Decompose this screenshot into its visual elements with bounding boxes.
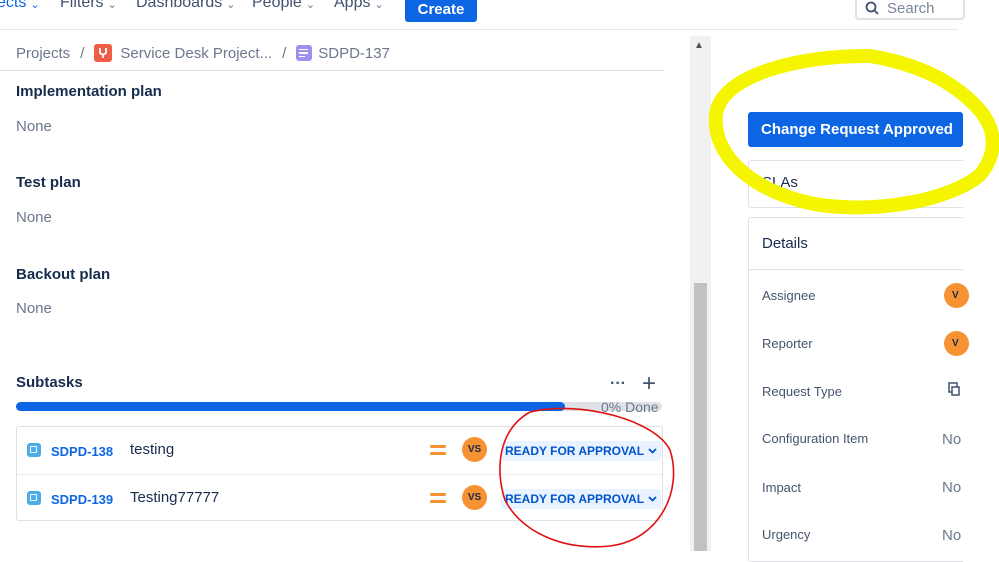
status-dropdown[interactable]: READY FOR APPROVAL [501, 441, 662, 461]
test-plan-value[interactable]: None [16, 209, 52, 226]
backout-plan-title: Backout plan [16, 266, 111, 283]
details-header[interactable]: Details [762, 235, 808, 252]
nav-apps-label: Apps [334, 0, 371, 11]
nav-people-label: People [252, 0, 302, 11]
nav-projects-label: ects [0, 0, 27, 11]
subtask-key[interactable]: SDPD-138 [51, 444, 113, 459]
breadcrumb-separator: / [282, 44, 287, 62]
subtask-row[interactable]: SDPD-138 testing VS READY FOR APPROVAL [17, 427, 662, 473]
breadcrumb: Projects / Service Desk Project... / SDP… [16, 42, 390, 64]
chevron-down-icon: ⌄ [107, 0, 117, 11]
configuration-item-label: Configuration Item [762, 431, 869, 446]
scrollbar[interactable]: ▲ [690, 36, 711, 551]
nav-dashboards[interactable]: Dashboards ⌄ [136, 0, 236, 12]
sla-label: SLAs [762, 174, 798, 191]
subtask-type-icon [27, 491, 41, 505]
request-type-label: Request Type [762, 384, 842, 399]
chevron-down-icon: ⌄ [30, 0, 40, 11]
assignee-avatar[interactable]: VS [462, 485, 487, 510]
subtask-row[interactable]: SDPD-139 Testing77777 VS READY FOR APPRO… [17, 474, 662, 520]
nav-dashboards-label: Dashboards [136, 0, 223, 11]
status-dropdown[interactable]: READY FOR APPROVAL [501, 489, 662, 509]
urgency-label: Urgency [762, 527, 811, 542]
subtask-type-icon [27, 443, 41, 457]
top-navigation: ects ⌄ Filters ⌄ Dashboards ⌄ People ⌄ A… [0, 0, 965, 30]
assignee-avatar[interactable]: VS [462, 437, 487, 462]
details-divider [749, 269, 963, 270]
breadcrumb-project[interactable]: Service Desk Project... [120, 45, 272, 62]
breadcrumb-projects[interactable]: Projects [16, 45, 70, 62]
status-label: READY FOR APPROVAL [505, 444, 645, 458]
impact-value[interactable]: No [942, 479, 961, 496]
backout-plan-value[interactable]: None [16, 300, 52, 317]
nav-people[interactable]: People ⌄ [252, 0, 315, 12]
reporter-label: Reporter [762, 336, 813, 351]
implementation-plan-value[interactable]: None [16, 118, 52, 135]
breadcrumb-divider [0, 70, 664, 71]
nav-filters[interactable]: Filters ⌄ [60, 0, 117, 12]
search-icon [865, 1, 879, 15]
status-transition-button[interactable]: Change Request Approved [748, 112, 963, 147]
create-button[interactable]: Create [405, 0, 477, 22]
assignee-avatar[interactable]: V [944, 283, 969, 308]
chevron-down-icon [648, 448, 657, 454]
add-subtask-icon[interactable]: + [642, 370, 656, 398]
urgency-value[interactable]: No [942, 527, 961, 544]
impact-label: Impact [762, 480, 802, 495]
project-avatar-icon [94, 44, 113, 62]
breadcrumb-issue-key[interactable]: SDPD-137 [318, 45, 390, 62]
subtask-list: SDPD-138 testing VS READY FOR APPROVAL S… [16, 426, 663, 521]
chevron-down-icon: ⌄ [374, 0, 384, 11]
subtasks-progress-label: 0% Done [601, 399, 659, 415]
test-plan-title: Test plan [16, 174, 81, 191]
subtask-summary[interactable]: Testing77777 [130, 489, 219, 506]
chevron-down-icon: ⌄ [226, 0, 236, 11]
chevron-down-icon [648, 496, 657, 502]
search-input[interactable]: Search [855, 0, 965, 20]
nav-projects[interactable]: ects ⌄ [0, 0, 40, 12]
status-label: READY FOR APPROVAL [505, 492, 645, 506]
configuration-item-value[interactable]: No [942, 431, 961, 448]
subtask-key[interactable]: SDPD-139 [51, 492, 113, 507]
scrollbar-thumb[interactable] [694, 283, 707, 551]
subtask-summary[interactable]: testing [130, 441, 174, 458]
breadcrumb-separator: / [80, 44, 85, 62]
issue-type-icon [296, 45, 313, 61]
assignee-label: Assignee [762, 288, 816, 303]
subtasks-title: Subtasks [16, 374, 83, 391]
sla-panel[interactable]: SLAs [748, 160, 963, 208]
scroll-up-arrow-icon[interactable]: ▲ [694, 40, 704, 51]
priority-medium-icon [430, 444, 446, 456]
nav-apps[interactable]: Apps ⌄ [334, 0, 384, 12]
priority-medium-icon [430, 492, 446, 504]
chevron-down-icon: ⌄ [305, 0, 316, 11]
request-type-icon[interactable] [948, 382, 960, 401]
subtasks-progress-bar [16, 402, 662, 411]
subtasks-progress-fill [16, 402, 566, 411]
reporter-avatar[interactable]: V [944, 331, 969, 356]
subtasks-actions: ··· + [610, 370, 656, 398]
nav-filters-label: Filters [60, 0, 104, 11]
search-placeholder: Search [887, 0, 935, 17]
implementation-plan-title: Implementation plan [16, 83, 162, 100]
more-options-icon[interactable]: ··· [610, 375, 626, 393]
